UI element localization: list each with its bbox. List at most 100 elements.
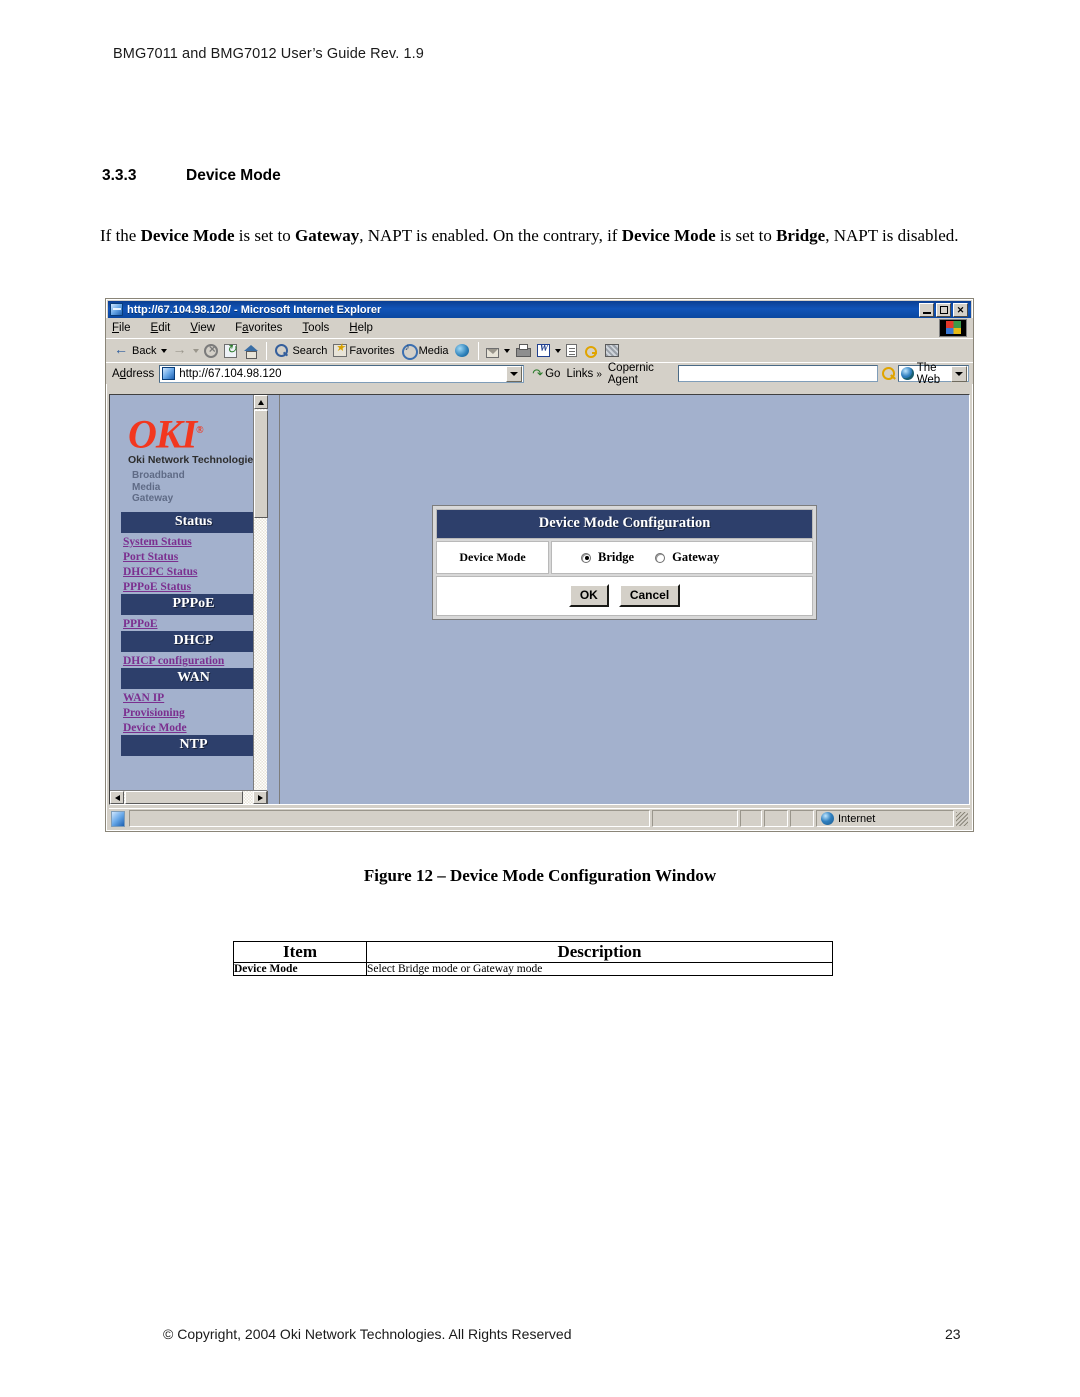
- copernic-agent-label: Copernic Agent: [607, 361, 654, 386]
- search-button[interactable]: Search: [271, 342, 330, 360]
- sidebar-item-port-status[interactable]: Port Status: [121, 549, 267, 564]
- table-row: Device Mode Select Bridge mode or Gatewa…: [233, 962, 833, 976]
- back-arrow-icon: [114, 341, 130, 359]
- address-input[interactable]: http://67.104.98.120: [159, 364, 525, 383]
- edit-page-button[interactable]: [563, 343, 580, 358]
- radio-gateway-label[interactable]: Gateway: [672, 550, 719, 565]
- paragraph-bold-2: Gateway: [294, 226, 360, 245]
- menu-item-edit[interactable]: Edit: [151, 322, 171, 334]
- resize-grip-icon[interactable]: [956, 811, 968, 826]
- home-button[interactable]: [240, 342, 262, 360]
- media-button[interactable]: Media: [398, 342, 452, 360]
- mail-dropdown-chevron-down-icon[interactable]: [503, 348, 510, 353]
- copernic-scope-select[interactable]: The Web: [897, 362, 969, 386]
- nav-header-pppoe: PPPoE: [121, 594, 267, 615]
- copernic-scope-label: The Web: [916, 361, 941, 386]
- magnifier-icon[interactable]: [880, 365, 896, 383]
- browser-window: http://67.104.98.120/ - Microsoft Intern…: [105, 298, 974, 832]
- refresh-button[interactable]: [221, 342, 240, 359]
- browser-status-bar: Internet: [109, 808, 970, 828]
- tagline-line-1: Broadband: [132, 470, 185, 481]
- address-label: Address: [112, 367, 155, 380]
- menu-item-view[interactable]: View: [190, 322, 215, 334]
- device-mode-label: Device Mode: [436, 541, 549, 574]
- status-pane-4: [790, 810, 814, 827]
- status-pane-1: [652, 810, 738, 827]
- nav-header-wan: WAN: [121, 668, 267, 689]
- menu-item-file[interactable]: File: [112, 322, 131, 334]
- word-dropdown-chevron-down-icon[interactable]: [554, 348, 561, 353]
- history-button[interactable]: [452, 342, 474, 360]
- go-button[interactable]: ↷ Go: [532, 366, 560, 382]
- messenger-button[interactable]: [602, 343, 622, 358]
- back-button[interactable]: Back: [111, 341, 159, 360]
- back-dropdown-chevron-down-icon[interactable]: [161, 348, 168, 353]
- navigation-frame: OKI® Oki Network Technologies Broadband …: [110, 395, 280, 804]
- radio-gateway[interactable]: [655, 552, 666, 563]
- copernic-scope-chevron-down-icon[interactable]: [951, 365, 967, 382]
- ie-page-icon: [162, 367, 176, 380]
- key-button[interactable]: [580, 342, 602, 360]
- paragraph-part-2: is set to: [234, 226, 295, 245]
- cancel-button[interactable]: Cancel: [618, 584, 681, 607]
- frame-vertical-scrollbar[interactable]: [253, 395, 268, 804]
- sidebar-item-system-status[interactable]: System Status: [121, 534, 267, 549]
- forward-button[interactable]: [169, 341, 191, 360]
- paragraph-bold-3: Device Mode: [621, 226, 716, 245]
- paragraph-part-1: If the: [100, 226, 141, 245]
- sidebar-item-dhcp-configuration[interactable]: DHCP configuration: [121, 653, 267, 668]
- ok-button[interactable]: OK: [568, 584, 609, 607]
- footer-page-number: 23: [945, 1326, 961, 1342]
- oki-logo: OKI®: [128, 411, 204, 457]
- status-zone[interactable]: Internet: [816, 810, 954, 827]
- address-bar: Address http://67.104.98.120 ↷ Go Links …: [106, 361, 973, 386]
- menu-item-help[interactable]: Help: [349, 322, 373, 334]
- address-chevron-down-icon[interactable]: [506, 365, 523, 382]
- sidebar-item-dhcpc-status[interactable]: DHCPC Status: [121, 564, 267, 579]
- cell-item-device-mode: Device Mode: [233, 962, 367, 976]
- menu-item-favorites[interactable]: Favorites: [235, 322, 282, 334]
- media-label: Media: [418, 344, 449, 357]
- print-button[interactable]: [512, 342, 534, 360]
- oki-logo-text: OKI: [128, 411, 197, 457]
- mail-button[interactable]: [483, 345, 502, 358]
- h-scroll-thumb[interactable]: [125, 791, 243, 804]
- home-icon: [243, 343, 259, 359]
- section-number: 3.3.3: [102, 167, 137, 184]
- menu-item-tools[interactable]: Tools: [302, 322, 329, 334]
- stop-button[interactable]: [201, 342, 221, 359]
- sidebar-item-wan-ip[interactable]: WAN IP: [121, 690, 267, 705]
- sidebar-item-pppoe[interactable]: PPPoE: [121, 616, 267, 631]
- sidebar-item-provisioning[interactable]: Provisioning: [121, 705, 267, 720]
- maximize-button[interactable]: [936, 302, 951, 317]
- browser-titlebar: http://67.104.98.120/ - Microsoft Intern…: [108, 301, 971, 318]
- word-icon: [536, 343, 550, 357]
- sidebar-item-device-mode[interactable]: Device Mode: [121, 720, 267, 735]
- radio-bridge[interactable]: [581, 552, 591, 563]
- radio-bridge-label[interactable]: Bridge: [598, 550, 634, 565]
- close-button[interactable]: ✕: [953, 302, 968, 317]
- frame-horizontal-scrollbar[interactable]: [110, 790, 267, 804]
- minimize-button[interactable]: [919, 302, 934, 317]
- device-mode-row: Device Mode Bridge Gateway: [436, 541, 813, 574]
- copernic-search-input[interactable]: [678, 365, 879, 382]
- scroll-left-arrow-icon[interactable]: [110, 791, 124, 804]
- globe-icon: [900, 367, 914, 380]
- word-button[interactable]: [534, 343, 553, 358]
- scroll-right-arrow-icon[interactable]: [253, 791, 267, 804]
- key-icon: [583, 343, 599, 359]
- edit-page-icon: [565, 344, 577, 357]
- status-pane-2: [740, 810, 762, 827]
- nav-header-dhcp: DHCP: [121, 631, 267, 652]
- paragraph-bold-1: Device Mode: [140, 226, 235, 245]
- sidebar-item-pppoe-status[interactable]: PPPoE Status: [121, 579, 267, 594]
- table-header-row: Item Description: [233, 941, 833, 963]
- scroll-thumb[interactable]: [254, 410, 268, 518]
- favorites-button[interactable]: Favorites: [330, 341, 397, 358]
- forward-dropdown-chevron-down-icon[interactable]: [193, 348, 200, 353]
- nav-header-ntp: NTP: [121, 735, 267, 756]
- scroll-up-arrow-icon[interactable]: [254, 395, 268, 409]
- links-button[interactable]: Links »: [566, 368, 601, 380]
- status-message: [129, 810, 650, 827]
- page-viewport: OKI® Oki Network Technologies Broadband …: [109, 394, 970, 805]
